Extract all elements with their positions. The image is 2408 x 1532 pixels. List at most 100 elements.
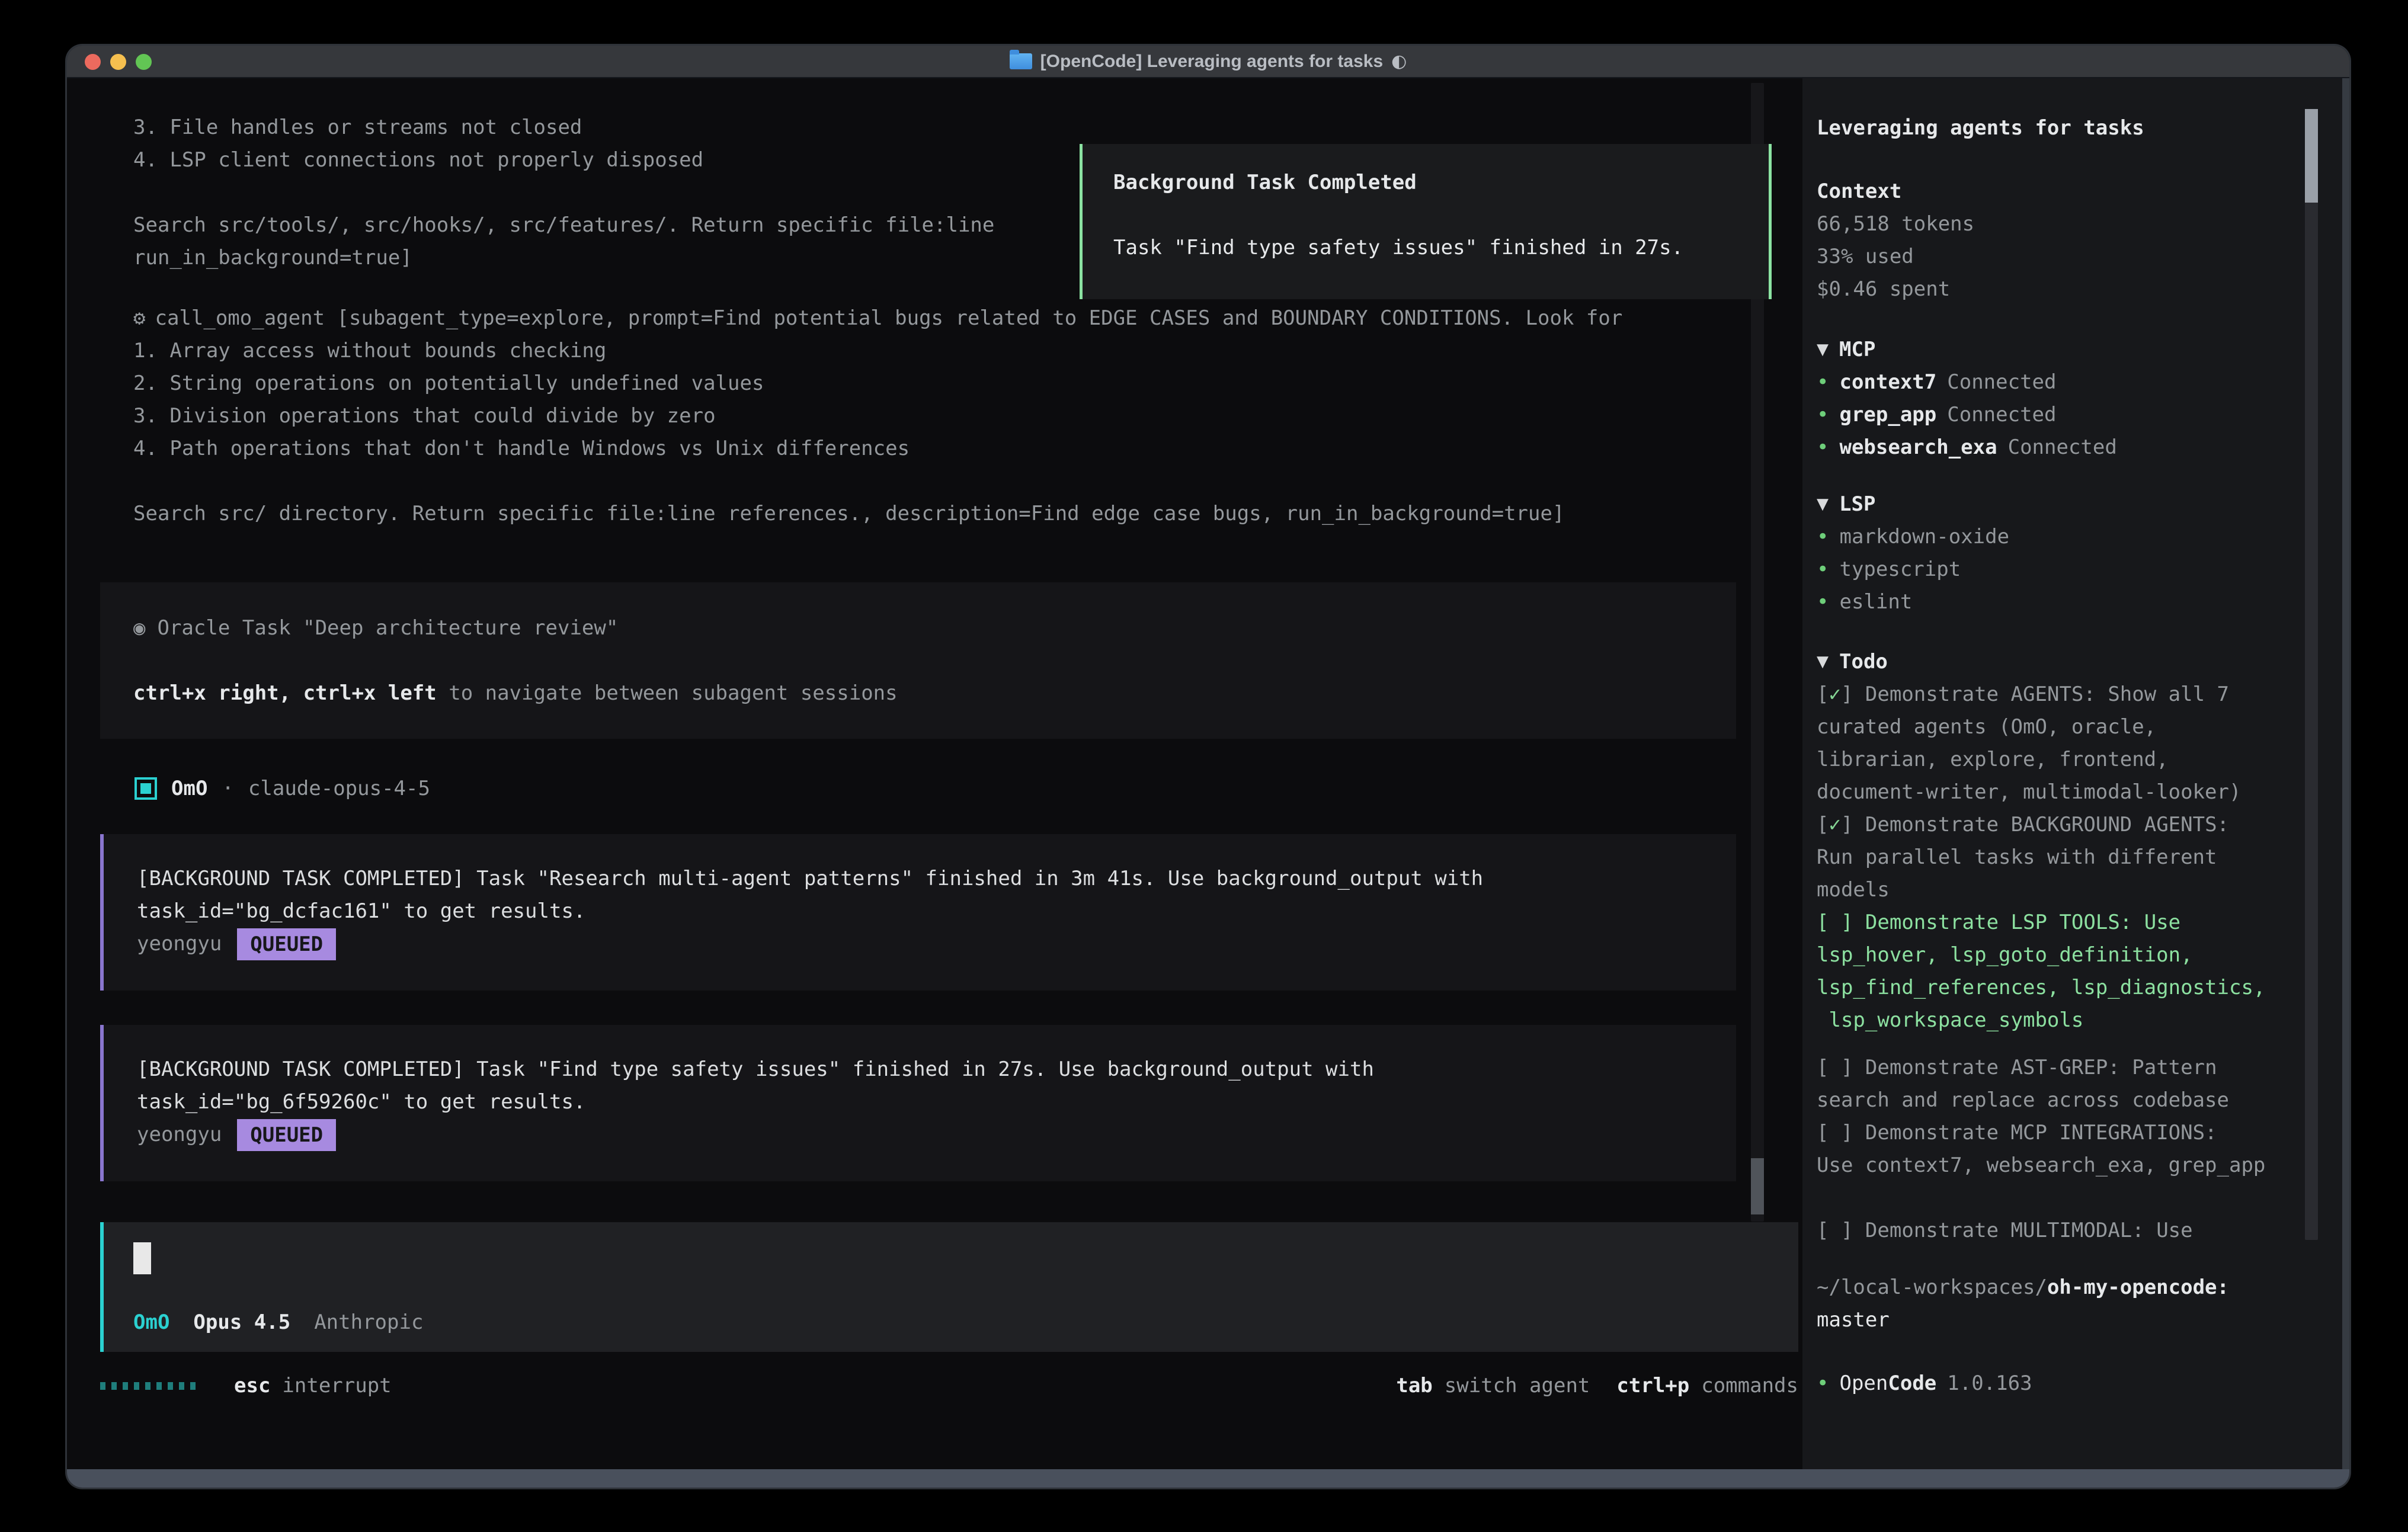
mcp-section: ▼ MCP • context7 Connected • grep_app Co… <box>1817 334 2297 464</box>
bullet-icon: • <box>1817 521 1829 553</box>
status-badge: QUEUED <box>237 928 336 960</box>
bullet-icon: • <box>1817 1367 1829 1400</box>
close-button[interactable] <box>85 54 101 70</box>
workspace-path-prefix: ~/local-workspaces/ <box>1817 1275 2047 1299</box>
workspace-branch: master <box>1817 1304 2297 1337</box>
title-bar: [OpenCode] Leveraging agents for tasks ◐ <box>67 46 2349 78</box>
workspace-path: ~/local-workspaces/oh-my-opencode: maste… <box>1817 1271 2297 1337</box>
notification-toast: Background Task Completed Task "Find typ… <box>1080 144 1772 299</box>
mcp-item: • grep_app Connected <box>1817 399 2297 431</box>
workspace-repo: oh-my-opencode: <box>2047 1275 2229 1299</box>
input-provider: Anthropic <box>314 1306 423 1339</box>
lsp-section-header[interactable]: ▼ LSP <box>1817 488 2297 521</box>
todo-item-active: [ ] Demonstrate LSP TOOLS: Use lsp_hover… <box>1817 906 2297 1037</box>
lsp-heading: LSP <box>1839 488 1875 521</box>
oracle-hint-keys: ctrl+x right, ctrl+x left <box>133 681 437 705</box>
agent-icon <box>135 777 157 800</box>
chevron-down-icon: ▼ <box>1817 646 1829 678</box>
context-heading: Context <box>1817 175 2297 208</box>
ctrlp-key-hint: ctrl+p <box>1616 1370 1689 1402</box>
sidebar-scrollbar[interactable] <box>2305 109 2318 1240</box>
todo-text: Demonstrate MULTIMODAL: Use <box>1853 1219 2192 1242</box>
chevron-down-icon: ▼ <box>1817 334 1829 366</box>
input-agent-name: OmO <box>133 1306 169 1339</box>
separator-dot-icon: · <box>222 773 233 805</box>
window-bottom-edge <box>67 1469 2349 1488</box>
session-title: Leveraging agents for tasks <box>1817 112 2297 145</box>
zoom-button[interactable] <box>136 54 152 70</box>
mcp-item-name: context7 <box>1839 366 1936 399</box>
message-text: [BACKGROUND TASK COMPLETED] Task "Find t… <box>137 1053 1703 1118</box>
todo-item-pending: [ ] Demonstrate MULTIMODAL: Use <box>1817 1214 2297 1247</box>
todo-text: Demonstrate MCP INTEGRATIONS: Use contex… <box>1817 1121 2265 1177</box>
todo-item-done: [✓] Demonstrate BACKGROUND AGENTS: Run p… <box>1817 809 2297 906</box>
lsp-item: • eslint <box>1817 586 2297 618</box>
lsp-item-name: eslint <box>1839 586 1912 618</box>
mcp-heading: MCP <box>1839 334 1875 366</box>
checkbox-empty-icon <box>1829 911 1840 934</box>
spinner-dots-icon <box>100 1382 200 1390</box>
status-badge: QUEUED <box>237 1119 336 1151</box>
esc-key-hint: esc <box>234 1370 270 1402</box>
toast-title: Background Task Completed <box>1113 166 1738 199</box>
bullet-icon: • <box>1817 586 1829 618</box>
app-version: 1.0.163 <box>1947 1367 2032 1400</box>
sidebar-scrollbar-thumb[interactable] <box>2305 109 2318 203</box>
todo-section: ▼ Todo [✓] Demonstrate AGENTS: Show all … <box>1817 646 2297 1247</box>
todo-item-pending: [ ] Demonstrate MCP INTEGRATIONS: Use co… <box>1817 1117 2297 1182</box>
version-row: • OpenCode 1.0.163 <box>1817 1367 2297 1400</box>
context-section: Context 66,518 tokens 33% used $0.46 spe… <box>1817 175 2297 306</box>
oracle-task-box[interactable]: ◉ Oracle Task "Deep architecture review"… <box>100 582 1736 739</box>
text-cursor <box>133 1242 151 1274</box>
mcp-item: • websearch_exa Connected <box>1817 431 2297 464</box>
todo-text: Demonstrate LSP TOOLS: Use lsp_hover, ls… <box>1817 911 2265 1032</box>
bullet-icon: • <box>1817 366 1829 399</box>
mcp-item-name: grep_app <box>1839 399 1936 431</box>
todo-item-done: [✓] Demonstrate AGENTS: Show all 7 curat… <box>1817 678 2297 809</box>
context-tokens: 66,518 tokens <box>1817 208 2297 241</box>
oracle-hint-text: to navigate between subagent sessions <box>437 681 898 705</box>
app-name-regular: Open <box>1839 1371 1888 1395</box>
chevron-down-icon: ▼ <box>1817 488 1829 521</box>
folder-icon <box>1010 53 1032 69</box>
tool-call-body: 1. Array access without bounds checking … <box>133 335 1622 530</box>
check-icon: ✓ <box>1829 813 1840 836</box>
input-model: Opus 4.5 <box>193 1306 290 1339</box>
chat-pane: 3. File handles or streams not closed 4.… <box>67 78 1802 1469</box>
mcp-item-status: Connected <box>1947 399 2056 431</box>
background-task-message: [BACKGROUND TASK COMPLETED] Task "Find t… <box>100 1025 1736 1181</box>
checkbox-empty-icon <box>1829 1121 1840 1145</box>
scrollback-text: 3. File handles or streams not closed 4.… <box>133 111 994 274</box>
message-author: yeongyu <box>137 1118 222 1151</box>
todo-item-pending: [ ] Demonstrate AST-GREP: Pattern search… <box>1817 1052 2297 1117</box>
lsp-section: ▼ LSP • markdown-oxide • typescript • es… <box>1817 488 2297 618</box>
todo-heading: Todo <box>1839 646 1888 678</box>
todo-text: Demonstrate BACKGROUND AGENTS: Run paral… <box>1817 813 2229 902</box>
main-scrollbar-thumb[interactable] <box>1751 1158 1764 1214</box>
message-text: [BACKGROUND TASK COMPLETED] Task "Resear… <box>137 863 1703 928</box>
todo-text: Demonstrate AGENTS: Show all 7 curated a… <box>1817 682 2241 804</box>
todo-section-header[interactable]: ▼ Todo <box>1817 646 2297 678</box>
half-circle-icon: ◐ <box>1391 51 1407 72</box>
context-spent: $0.46 spent <box>1817 273 2297 306</box>
tab-action-label: switch agent <box>1445 1370 1590 1402</box>
context-used: 33% used <box>1817 241 2297 273</box>
message-author: yeongyu <box>137 928 222 960</box>
app-name-bold: Code <box>1888 1371 1936 1395</box>
lsp-item-name: markdown-oxide <box>1839 521 2009 553</box>
mcp-item: • context7 Connected <box>1817 366 2297 399</box>
checkbox-empty-icon <box>1829 1056 1840 1079</box>
toast-body: Task "Find type safety issues" finished … <box>1113 232 1738 264</box>
agent-model: claude-opus-4-5 <box>248 773 430 805</box>
mcp-section-header[interactable]: ▼ MCP <box>1817 334 2297 366</box>
mcp-item-name: websearch_exa <box>1839 431 1997 464</box>
bullet-icon: • <box>1817 431 1829 464</box>
check-icon: ✓ <box>1829 682 1840 706</box>
tab-key-hint: tab <box>1396 1370 1432 1402</box>
lsp-item-name: typescript <box>1839 553 1961 586</box>
minimize-button[interactable] <box>110 54 126 70</box>
esc-action-label: interrupt <box>282 1370 391 1402</box>
prompt-input[interactable]: OmO Opus 4.5 Anthropic <box>100 1222 1798 1352</box>
bullet-icon: • <box>1817 553 1829 586</box>
checkbox-empty-icon <box>1829 1219 1840 1242</box>
